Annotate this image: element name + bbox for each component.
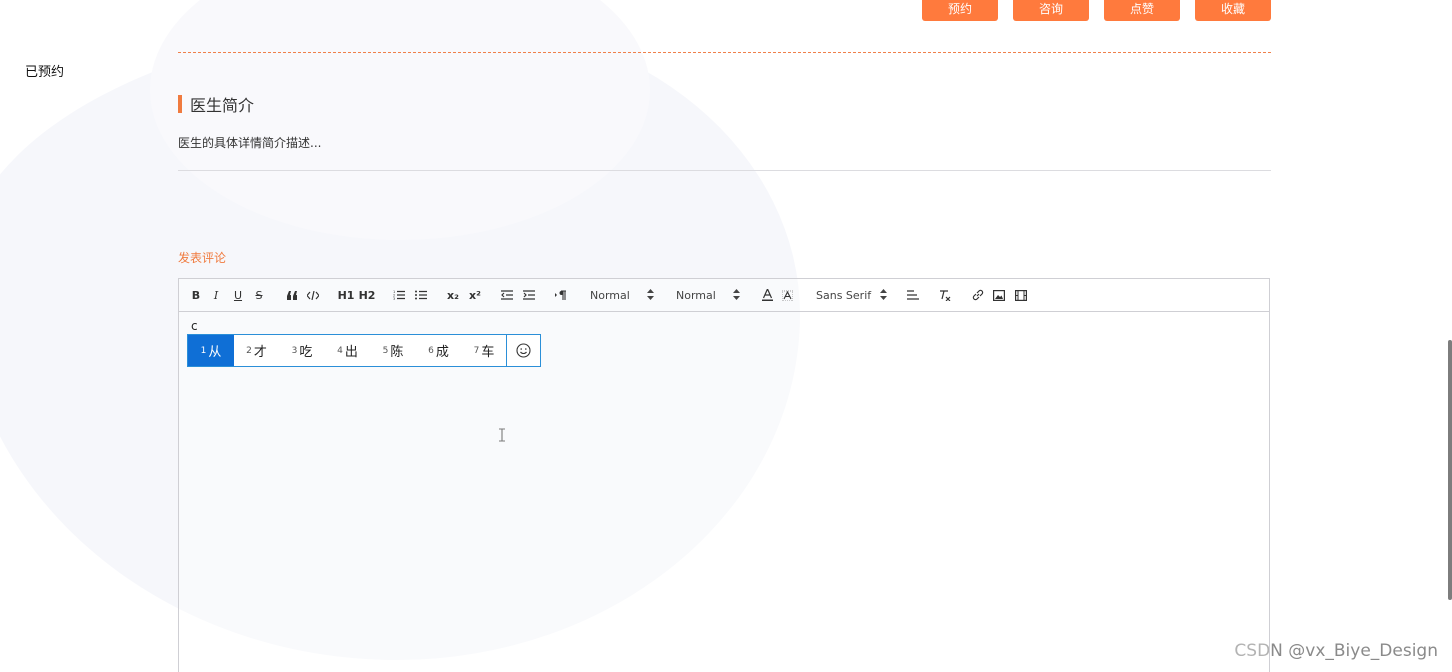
- size-select-value: Normal: [590, 288, 630, 302]
- dashed-divider: [178, 52, 1271, 53]
- ime-candidate-number: 4: [337, 345, 343, 356]
- select-arrows-icon: [733, 289, 740, 303]
- font-color-icon[interactable]: [760, 286, 774, 304]
- svg-text:3: 3: [393, 297, 395, 300]
- blockquote-icon[interactable]: [285, 286, 299, 304]
- ime-candidate[interactable]: 7车: [461, 335, 507, 366]
- ime-candidate-text: 陈: [390, 345, 404, 360]
- divider: [178, 170, 1271, 171]
- ime-candidate-number: 7: [473, 345, 480, 356]
- select-arrows-icon: [880, 289, 887, 303]
- header-select[interactable]: Normal: [676, 286, 746, 304]
- ime-candidate-text: 从: [208, 345, 222, 360]
- italic-button[interactable]: I: [210, 286, 222, 304]
- ime-candidate-number: 1: [200, 345, 207, 356]
- comment-heading: 发表评论: [178, 251, 227, 265]
- header-select-value: Normal: [676, 288, 716, 302]
- select-arrows-icon: [647, 289, 654, 303]
- doctor-intro: 医生的具体详情简介描述...: [178, 136, 322, 150]
- font-select-value: Sans Serif: [816, 288, 872, 302]
- bullet-list-icon[interactable]: [414, 286, 428, 304]
- code-block-icon[interactable]: [306, 286, 320, 304]
- ime-candidate-window: 1从2才3吃4出5陈6成7车: [187, 334, 541, 367]
- ime-candidate-list: 1从2才3吃4出5陈6成7车: [188, 335, 507, 366]
- ime-candidate-text: 成: [435, 345, 449, 360]
- ime-candidate-text: 吃: [299, 345, 313, 360]
- ime-candidate-number: 3: [291, 345, 298, 356]
- consult-button[interactable]: 咨询: [1013, 0, 1089, 21]
- clear-format-icon[interactable]: [938, 286, 952, 304]
- ime-candidate[interactable]: 3吃: [279, 335, 325, 366]
- book-button[interactable]: 预约: [922, 0, 998, 21]
- ime-candidate-text: 出: [344, 345, 358, 360]
- emoji-icon[interactable]: [506, 335, 540, 366]
- superscript-button[interactable]: x²: [467, 286, 483, 304]
- section-title: 医生简介: [178, 94, 255, 115]
- underline-button[interactable]: U: [231, 286, 245, 304]
- favorite-button[interactable]: 收藏: [1195, 0, 1271, 21]
- booking-status-label: 已预约: [25, 65, 65, 80]
- page-scrollbar[interactable]: [1448, 340, 1452, 600]
- ordered-list-icon[interactable]: 123: [392, 286, 406, 304]
- ime-candidate-number: 5: [382, 345, 389, 356]
- ime-candidate-number: 2: [246, 345, 252, 356]
- size-select[interactable]: Normal: [590, 286, 660, 304]
- subscript-button[interactable]: x₂: [445, 286, 461, 304]
- ime-candidate[interactable]: 6成: [416, 335, 461, 366]
- video-icon[interactable]: [1014, 286, 1028, 304]
- ime-candidate-text: 车: [481, 345, 495, 360]
- align-icon[interactable]: [906, 286, 920, 304]
- title-accent-bar: [178, 95, 182, 113]
- heading2-button[interactable]: H2: [359, 286, 376, 304]
- outdent-icon[interactable]: [500, 286, 514, 304]
- image-icon[interactable]: [992, 286, 1006, 304]
- like-button[interactable]: 点赞: [1104, 0, 1180, 21]
- font-select[interactable]: Sans Serif: [816, 286, 890, 304]
- link-icon[interactable]: [971, 286, 985, 304]
- ime-candidate-text: 才: [253, 345, 267, 360]
- bold-button[interactable]: B: [189, 286, 203, 304]
- strike-button[interactable]: S: [253, 286, 265, 304]
- ime-candidate[interactable]: 4出: [325, 335, 370, 366]
- background-color-icon[interactable]: [780, 286, 794, 304]
- section-title-text: 医生简介: [190, 96, 255, 115]
- ime-candidate[interactable]: 5陈: [370, 335, 416, 366]
- indent-icon[interactable]: [522, 286, 536, 304]
- ime-candidate[interactable]: 1从: [188, 335, 234, 366]
- ime-candidate[interactable]: 2才: [234, 335, 279, 366]
- editor-toolbar: B I U S H1 H2 123 x₂ x² Normal Normal Sa…: [179, 279, 1269, 312]
- text-direction-icon[interactable]: [554, 286, 568, 304]
- editor-content[interactable]: c: [191, 319, 198, 333]
- ime-candidate-number: 6: [428, 345, 434, 356]
- heading1-button[interactable]: H1: [338, 286, 355, 304]
